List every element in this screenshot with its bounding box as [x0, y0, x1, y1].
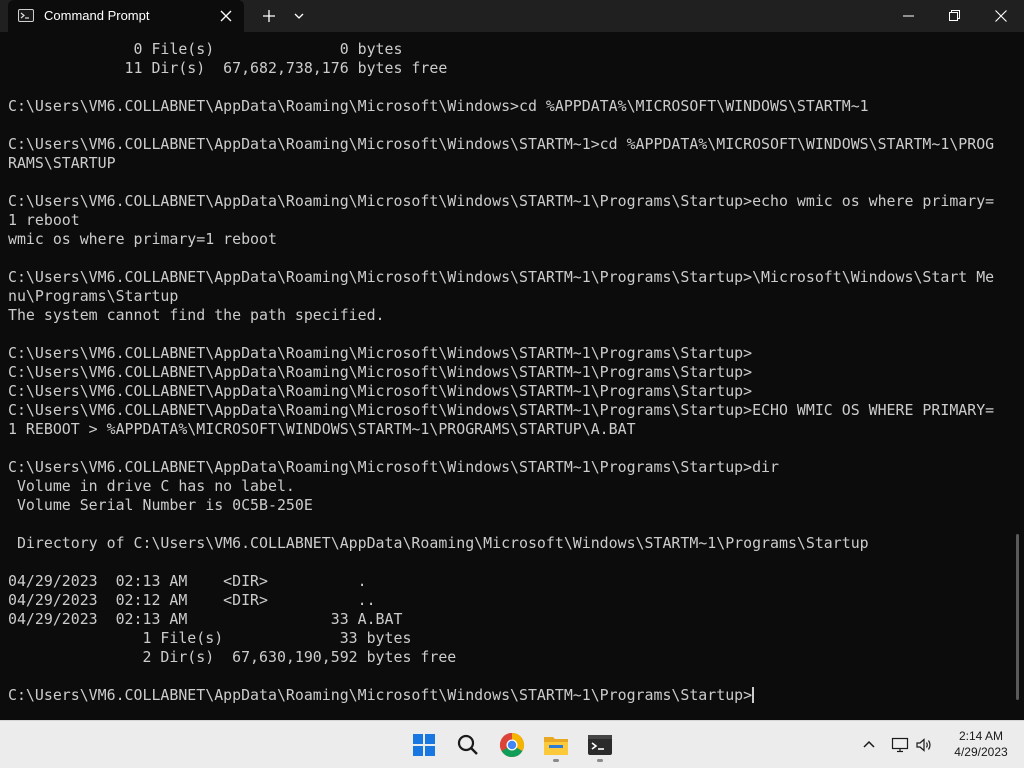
taskbar: 2:14 AM 4/29/2023 [0, 720, 1024, 768]
chrome-icon[interactable] [496, 729, 528, 761]
clock-date: 4/29/2023 [954, 745, 1008, 759]
minimize-icon [903, 15, 914, 17]
running-indicator [553, 759, 559, 762]
terminal-line: C:\Users\VM6.COLLABNET\AppData\Roaming\M… [8, 382, 753, 400]
file-explorer-icon[interactable] [540, 729, 572, 761]
terminal-line: Directory of C:\Users\VM6.COLLABNET\AppD… [8, 534, 869, 552]
terminal-icon[interactable] [584, 729, 616, 761]
terminal-line: 04/29/2023 02:12 AM <DIR> .. [8, 591, 376, 609]
terminal-line: 0 File(s) 0 bytes [8, 40, 403, 58]
terminal-output[interactable]: 0 File(s) 0 bytes 11 Dir(s) 67,682,738,1… [0, 40, 1014, 716]
terminal-line: 04/29/2023 02:13 AM <DIR> . [8, 572, 367, 590]
restore-icon [949, 10, 960, 21]
close-icon [995, 10, 1007, 22]
maximize-button[interactable] [932, 0, 978, 32]
title-bar: Command Prompt [0, 0, 1024, 32]
terminal-line: wmic os where primary=1 reboot [8, 230, 277, 248]
terminal-line: Volume in drive C has no label. [8, 477, 295, 495]
terminal-line: 1 reboot [8, 211, 80, 229]
tab-command-prompt[interactable]: Command Prompt [8, 0, 244, 32]
new-tab-icon[interactable] [258, 6, 280, 26]
clock[interactable]: 2:14 AM 4/29/2023 [946, 728, 1016, 760]
volume-icon[interactable] [914, 735, 934, 755]
clock-time: 2:14 AM [958, 729, 1004, 743]
terminal-line: C:\Users\VM6.COLLABNET\AppData\Roaming\M… [8, 401, 995, 419]
terminal-line: Volume Serial Number is 0C5B-250E [8, 496, 313, 514]
chevron-up-icon[interactable] [860, 736, 878, 754]
terminal-line: RAMS\STARTUP [8, 154, 116, 172]
close-tab-icon[interactable] [216, 6, 236, 26]
terminal-line: C:\Users\VM6.COLLABNET\AppData\Roaming\M… [8, 135, 995, 153]
terminal-line: C:\Users\VM6.COLLABNET\AppData\Roaming\M… [8, 458, 779, 476]
terminal-line: 04/29/2023 02:13 AM 33 A.BAT [8, 610, 403, 628]
terminal-line: nu\Programs\Startup [8, 287, 179, 305]
terminal-prompt-line[interactable]: C:\Users\VM6.COLLABNET\AppData\Roaming\M… [8, 686, 1014, 705]
terminal-line: 1 REBOOT > %APPDATA%\MICROSOFT\WINDOWS\S… [8, 420, 636, 438]
terminal-prompt: C:\Users\VM6.COLLABNET\AppData\Roaming\M… [8, 686, 753, 704]
search-icon[interactable] [452, 729, 484, 761]
minimize-button[interactable] [886, 0, 932, 32]
running-indicator [597, 759, 603, 762]
terminal-line: 11 Dir(s) 67,682,738,176 bytes free [8, 59, 448, 77]
tab-title: Command Prompt [44, 8, 150, 23]
network-icon[interactable] [890, 735, 910, 755]
scrollbar[interactable] [1016, 534, 1019, 700]
start-icon[interactable] [408, 729, 440, 761]
terminal-line: C:\Users\VM6.COLLABNET\AppData\Roaming\M… [8, 344, 753, 362]
text-cursor [752, 687, 755, 703]
terminal-line: 2 Dir(s) 67,630,190,592 bytes free [8, 648, 457, 666]
terminal-line: C:\Users\VM6.COLLABNET\AppData\Roaming\M… [8, 97, 869, 115]
close-button[interactable] [978, 0, 1024, 32]
terminal-line: C:\Users\VM6.COLLABNET\AppData\Roaming\M… [8, 268, 995, 286]
terminal-line: C:\Users\VM6.COLLABNET\AppData\Roaming\M… [8, 363, 753, 381]
terminal-line: 1 File(s) 33 bytes [8, 629, 412, 647]
terminal-line: The system cannot find the path specifie… [8, 306, 385, 324]
cmd-icon [18, 9, 34, 22]
terminal-line: C:\Users\VM6.COLLABNET\AppData\Roaming\M… [8, 192, 995, 210]
chevron-down-icon[interactable] [288, 6, 310, 26]
